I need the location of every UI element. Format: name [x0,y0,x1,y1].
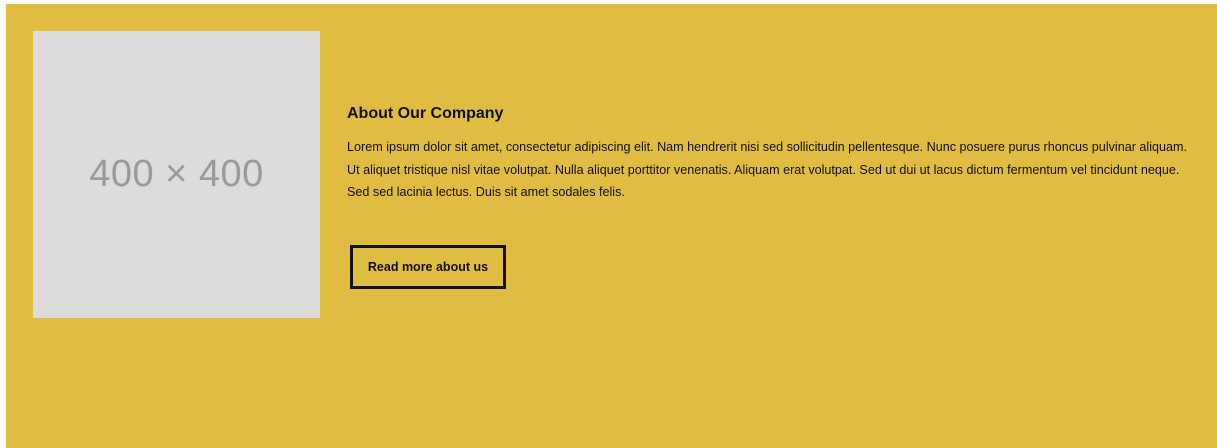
about-section: 400 × 400 About Our Company Lorem ipsum … [6,4,1217,448]
image-placeholder-label: 400 × 400 [89,153,264,195]
about-heading: About Our Company [347,105,504,122]
about-content: About Our Company Lorem ipsum dolor sit … [347,104,1187,204]
about-image-placeholder: 400 × 400 [33,31,320,318]
read-more-button[interactable]: Read more about us [350,245,506,289]
about-body-text: Lorem ipsum dolor sit amet, consectetur … [347,140,1188,199]
